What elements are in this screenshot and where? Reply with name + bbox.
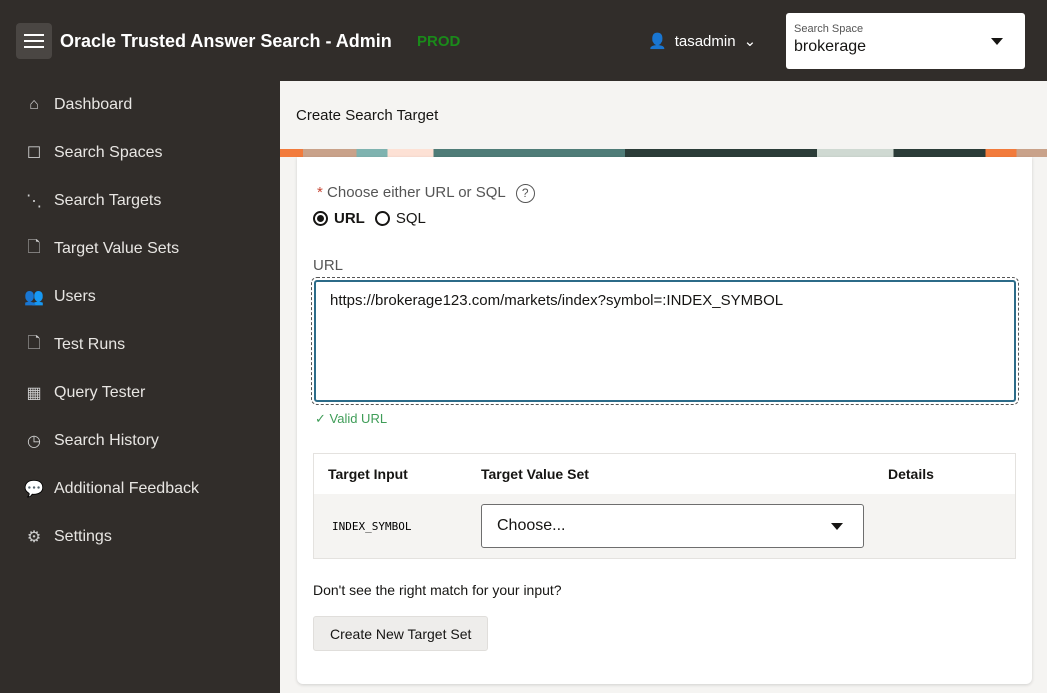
sidebar-item-label: Additional Feedback <box>54 480 199 498</box>
sidebar-item-search-spaces[interactable]: ☐ Search Spaces <box>0 129 280 177</box>
sidebar-item-label: Search History <box>54 432 159 450</box>
column-header: Details <box>888 466 1015 482</box>
user-name: tasadmin <box>675 33 736 50</box>
url-textarea[interactable]: https://brokerage123.com/markets/index?s… <box>314 280 1016 402</box>
nodes-icon: ⋱ <box>24 191 44 211</box>
radio-url-label[interactable]: URL <box>334 210 365 227</box>
search-space-select[interactable]: Search Space brokerage <box>786 13 1025 69</box>
select-value: Choose... <box>497 517 565 535</box>
url-label: URL <box>313 257 343 274</box>
sidebar-item-target-value-sets[interactable]: 🗋 Target Value Sets <box>0 225 280 273</box>
sidebar: ⌂ Dashboard ☐ Search Spaces ⋱ Search Target… <box>0 81 280 693</box>
user-menu[interactable]: 👤 tasadmin ⌄ <box>648 32 756 50</box>
target-input-cell: INDEX_SYMBOL <box>314 520 481 533</box>
gear-icon: ⚙ <box>24 527 44 547</box>
radio-sql-label[interactable]: SQL <box>396 210 426 227</box>
users-icon: 👥 <box>24 287 44 307</box>
sidebar-item-query-tester[interactable]: ▦ Query Tester <box>0 369 280 417</box>
caret-down-icon <box>831 523 843 530</box>
sidebar-item-label: Target Value Sets <box>54 240 179 258</box>
sidebar-item-additional-feedback[interactable]: 💬 Additional Feedback <box>0 465 280 513</box>
help-icon[interactable]: ? <box>516 184 535 203</box>
hint-text: Don't see the right match for your input… <box>313 582 562 598</box>
sidebar-item-label: Search Targets <box>54 192 161 210</box>
sidebar-item-label: Users <box>54 288 96 306</box>
page-title: Create Search Target <box>296 107 438 124</box>
app-title: Oracle Trusted Answer Search - Admin <box>60 31 392 52</box>
create-new-target-set-button[interactable]: Create New Target Set <box>313 616 488 651</box>
presentation-icon: ⌂ <box>24 95 44 115</box>
validation-message: ✓ Valid URL <box>315 411 387 427</box>
search-space-label: Search Space <box>794 23 1017 35</box>
sidebar-item-label: Search Spaces <box>54 144 163 162</box>
source-radio-group: URL SQL <box>313 210 426 227</box>
chat-icon: 💬 <box>24 479 44 499</box>
target-value-set-select[interactable]: Choose... <box>481 504 864 548</box>
column-header: Target Input <box>314 466 481 482</box>
table-search-icon: ▦ <box>24 383 44 403</box>
question-label: Choose either URL or SQL <box>327 184 506 201</box>
app-header: Oracle Trusted Answer Search - Admin PRO… <box>0 0 1047 81</box>
sidebar-item-search-targets[interactable]: ⋱ Search Targets <box>0 177 280 225</box>
column-header: Target Value Set <box>481 466 888 482</box>
caret-down-icon <box>991 38 1003 45</box>
table-header: Target Input Target Value Set Details <box>314 454 1015 494</box>
search-space-value: brokerage <box>794 38 1017 56</box>
source-question: * Choose either URL or SQL? <box>317 184 535 203</box>
history-icon: ◷ <box>24 431 44 451</box>
chevron-down-icon: ⌄ <box>744 32 757 50</box>
square-icon: ☐ <box>24 143 44 163</box>
sidebar-item-label: Query Tester <box>54 384 145 402</box>
env-badge: PROD <box>417 33 460 50</box>
sidebar-item-label: Test Runs <box>54 336 125 354</box>
required-marker: * <box>317 184 323 201</box>
sidebar-item-label: Dashboard <box>54 96 132 114</box>
sidebar-item-test-runs[interactable]: 🗋 Test Runs <box>0 321 280 369</box>
sidebar-item-settings[interactable]: ⚙ Settings <box>0 513 280 561</box>
target-input-table: Target Input Target Value Set Details IN… <box>313 453 1016 559</box>
sidebar-item-search-history[interactable]: ◷ Search History <box>0 417 280 465</box>
decorative-banner <box>280 149 1047 157</box>
radio-sql[interactable] <box>375 211 390 226</box>
sidebar-item-dashboard[interactable]: ⌂ Dashboard <box>0 81 280 129</box>
hamburger-menu-button[interactable] <box>16 23 52 59</box>
sidebar-item-users[interactable]: 👥 Users <box>0 273 280 321</box>
user-icon: 👤 <box>648 32 667 50</box>
form-card: * Choose either URL or SQL? URL SQL URL … <box>297 157 1032 684</box>
radio-url[interactable] <box>313 211 328 226</box>
document-icon: 🗋 <box>24 335 44 355</box>
sidebar-item-label: Settings <box>54 528 112 546</box>
document-icon: 🗋 <box>24 239 44 259</box>
table-row: INDEX_SYMBOL Choose... <box>314 494 1015 558</box>
